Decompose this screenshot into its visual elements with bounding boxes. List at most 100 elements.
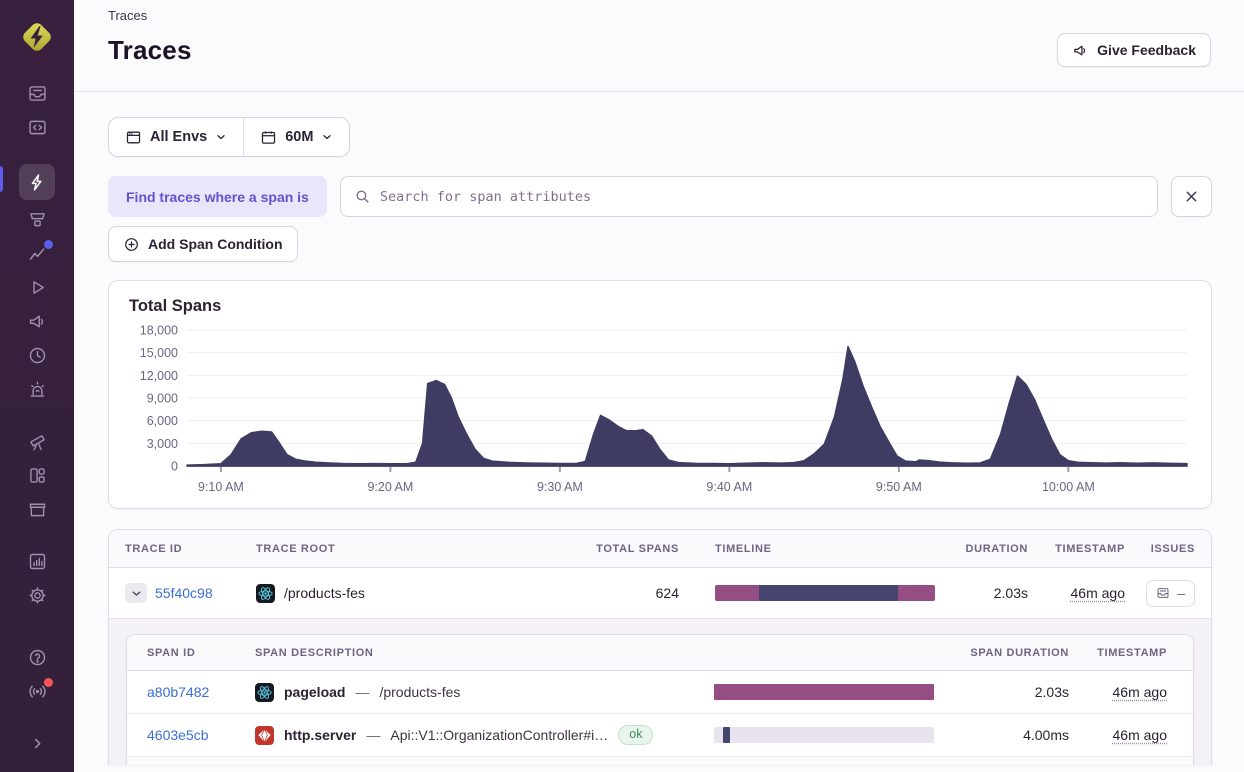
svg-text:9:30 AM: 9:30 AM <box>537 480 583 494</box>
main-area: Traces Traces Give Feedback All Envs 60M… <box>74 0 1244 772</box>
give-feedback-button[interactable]: Give Feedback <box>1057 33 1211 67</box>
inbox-icon <box>1157 588 1169 598</box>
col-span-id: Span ID <box>147 646 196 659</box>
clear-search-button[interactable] <box>1171 176 1212 217</box>
span-row: 4603e5cb http.server — Api::V1::Organiza… <box>127 714 1193 757</box>
col-timestamp: Timestamp <box>1055 542 1125 555</box>
span-status-badge: ok <box>618 725 654 745</box>
sidebar-item-help[interactable] <box>19 642 55 672</box>
environment-filter[interactable]: All Envs <box>109 118 243 156</box>
span-timestamp: 46m ago <box>1112 727 1167 743</box>
search-icon <box>356 190 369 203</box>
span-description: /products-fes <box>379 684 461 700</box>
add-span-condition-button[interactable]: Add Span Condition <box>108 226 298 262</box>
span-duration: 2.03s <box>1034 684 1069 700</box>
breadcrumb[interactable]: Traces <box>108 8 1211 23</box>
sidebar-item-alerts[interactable] <box>19 374 55 404</box>
sidebar-item-crons[interactable] <box>19 340 55 370</box>
sentry-logo-icon <box>23 23 51 51</box>
span-id-link[interactable]: a80b7482 <box>147 684 209 700</box>
page-title: Traces <box>108 34 192 65</box>
ruby-project-icon <box>255 725 274 745</box>
chart-title: Total Spans <box>129 297 222 315</box>
col-timeline: Timeline <box>715 542 772 555</box>
spans-table-header: Span ID Span Description Span Duration T… <box>127 635 1193 671</box>
page-content: All Envs 60M Find traces where a span is <box>74 92 1244 772</box>
sidebar-item-projects[interactable] <box>19 112 55 142</box>
sidebar <box>0 0 74 772</box>
trace-root-name[interactable]: /products-fes <box>284 585 365 601</box>
svg-text:9:20 AM: 9:20 AM <box>367 480 413 494</box>
sidebar-item-settings[interactable] <box>19 580 55 610</box>
span-duration: 4.00ms <box>1023 727 1069 743</box>
sidebar-item-releases[interactable] <box>19 494 55 524</box>
play-icon <box>32 280 44 294</box>
sidebar-item-stats[interactable] <box>19 546 55 576</box>
trace-row: 55f40c98 /products-fes 624 2.03s 46m ago… <box>109 568 1211 619</box>
plus-circle-icon <box>125 237 138 251</box>
svg-text:15,000: 15,000 <box>140 346 178 360</box>
total-spans-panel: Total Spans 0 3,000 6,000 9,000 12,000 15,000… <box>108 280 1212 509</box>
svg-text:9:40 AM: 9:40 AM <box>706 480 752 494</box>
svg-text:9,000: 9,000 <box>147 392 178 406</box>
bar-chart-icon <box>29 553 45 569</box>
give-feedback-label: Give Feedback <box>1097 42 1196 58</box>
react-project-icon <box>256 583 275 603</box>
separator: — <box>366 727 381 743</box>
issues-count-placeholder: – <box>1177 585 1185 601</box>
trace-id-link[interactable]: 55f40c98 <box>155 585 213 601</box>
archive-box-icon <box>29 503 45 516</box>
clock-icon <box>29 347 45 363</box>
col-duration: Duration <box>965 542 1028 555</box>
sidebar-item-discover[interactable] <box>19 426 55 456</box>
search-box[interactable] <box>339 176 1158 217</box>
sidebar-item-issues[interactable] <box>19 78 55 108</box>
trace-duration: 2.03s <box>993 585 1028 601</box>
col-span-timestamp: Timestamp <box>1097 646 1167 659</box>
profiling-icon <box>29 212 45 226</box>
sidebar-collapse-button[interactable] <box>19 728 55 758</box>
sidebar-item-dashboards[interactable] <box>19 460 55 490</box>
span-duration-bar <box>714 727 934 743</box>
time-range-filter-label: 60M <box>285 129 314 145</box>
svg-text:18,000: 18,000 <box>140 324 178 338</box>
spans-table: Span ID Span Description Span Duration T… <box>126 634 1194 765</box>
trace-total-spans: 624 <box>655 585 679 601</box>
svg-text:9:10 AM: 9:10 AM <box>198 480 244 494</box>
svg-text:12,000: 12,000 <box>140 369 178 383</box>
svg-text:6,000: 6,000 <box>147 414 178 428</box>
svg-text:3,000: 3,000 <box>147 437 178 451</box>
span-description: Api::V1::OrganizationController#i… <box>390 727 609 743</box>
time-range-filter[interactable]: 60M <box>244 118 349 156</box>
megaphone-icon <box>29 315 43 327</box>
sidebar-item-replays[interactable] <box>19 272 55 302</box>
total-spans-chart: 0 3,000 6,000 9,000 12,000 15,000 18,000 9:10 A… <box>140 324 1188 494</box>
sidebar-item-insights[interactable] <box>19 238 55 268</box>
help-icon <box>29 649 45 665</box>
code-folder-icon <box>28 120 46 134</box>
sidebar-item-whats-new[interactable] <box>19 676 55 706</box>
search-context-chip: Find traces where a span is <box>108 176 327 217</box>
close-icon <box>1186 191 1197 202</box>
trace-issues-button[interactable]: – <box>1146 579 1195 607</box>
insights-notification-dot <box>44 240 53 249</box>
col-trace-id: Trace ID <box>125 542 183 555</box>
gear-icon <box>28 586 46 604</box>
col-issues: Issues <box>1150 542 1195 555</box>
sidebar-item-explore[interactable] <box>19 164 55 200</box>
inbox-icon <box>28 85 46 101</box>
react-project-icon <box>255 682 274 702</box>
sidebar-item-profiling[interactable] <box>19 204 55 234</box>
span-row: a80b7482 pageload — /products-fes 2.03s … <box>127 671 1193 714</box>
sentry-logo[interactable] <box>16 16 58 58</box>
search-input[interactable] <box>379 188 1144 205</box>
separator: — <box>355 684 370 700</box>
span-id-link[interactable]: 4603e5cb <box>147 727 209 743</box>
megaphone-icon <box>1074 45 1086 55</box>
span-op: http.server <box>284 727 357 743</box>
collapse-trace-button[interactable] <box>125 583 147 603</box>
environment-filter-label: All Envs <box>150 129 208 145</box>
traces-table-header: Trace ID Trace Root Total Spans Timeline… <box>109 530 1211 568</box>
sidebar-item-feedback[interactable] <box>19 306 55 336</box>
next-row-partial <box>127 757 1193 765</box>
